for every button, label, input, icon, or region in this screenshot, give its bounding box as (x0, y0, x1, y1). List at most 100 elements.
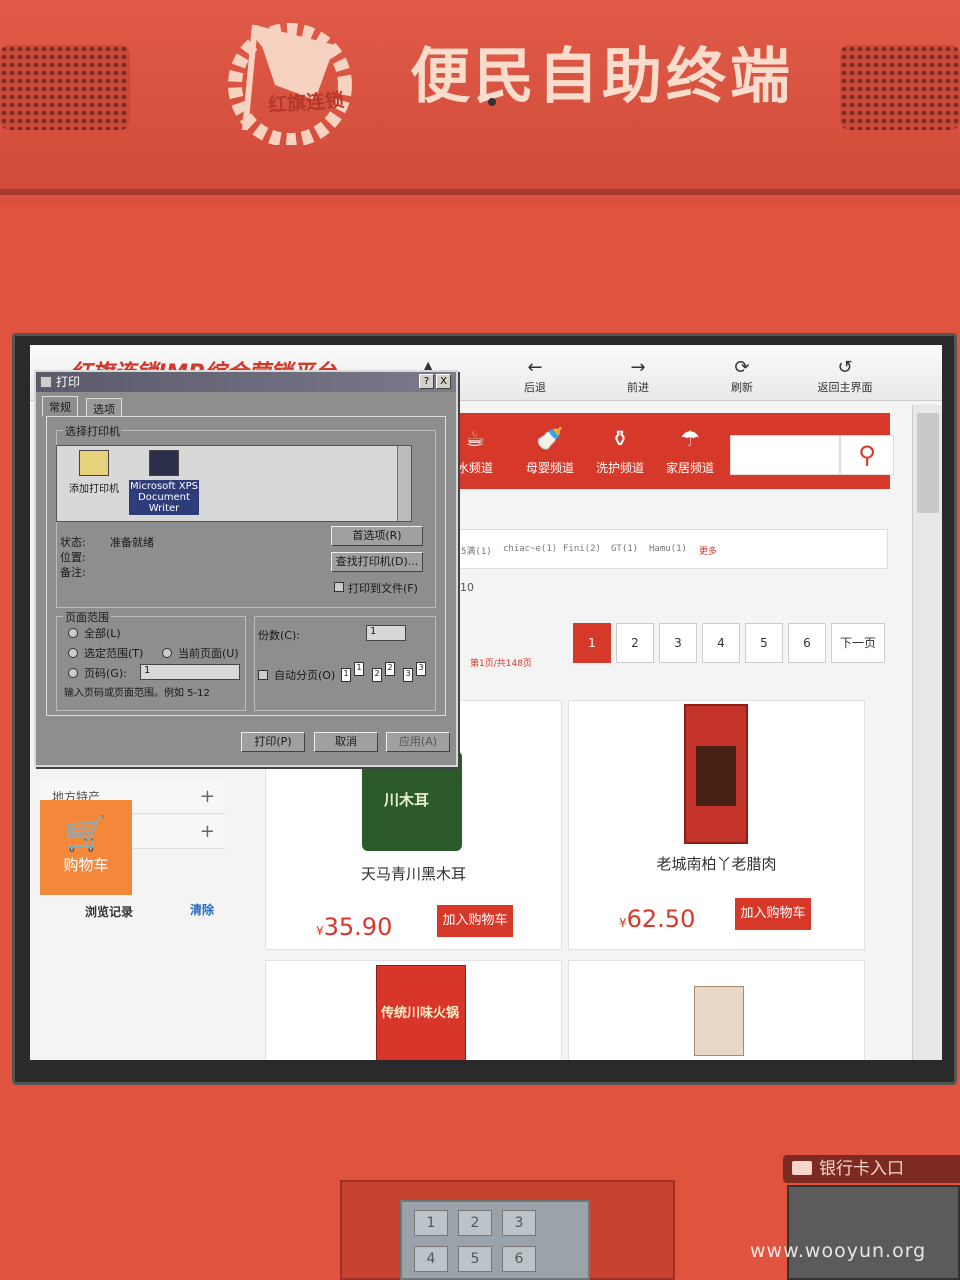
range-all-radio[interactable] (68, 628, 78, 638)
currency-symbol: ¥ (619, 916, 627, 930)
category-label: 母婴频道 (525, 461, 574, 475)
back-label: 后退 (524, 381, 546, 394)
page-button-3[interactable]: 3 (659, 623, 697, 663)
product-image[interactable] (684, 704, 748, 844)
help-button[interactable]: ? (419, 374, 434, 389)
comment-label: 备注: (60, 566, 86, 579)
collate-page-icon: 1 (341, 668, 351, 682)
card-reader[interactable] (787, 1185, 960, 1280)
printer-list-scrollbar[interactable] (397, 446, 411, 521)
logo-text: 红旗连锁 (267, 89, 345, 117)
range-selection-radio[interactable] (68, 648, 78, 658)
range-current-radio[interactable] (162, 648, 172, 658)
product-price: ¥35.90 (316, 913, 392, 941)
pin-key[interactable]: 3 (502, 1210, 536, 1236)
scroll-thumb[interactable] (917, 413, 939, 513)
product-name[interactable]: 老城南柏丫老腊肉 (569, 853, 864, 874)
cart-button[interactable]: 🛒 购物车 (40, 800, 132, 895)
history-label: 浏览记录 (85, 905, 134, 919)
history-clear-link[interactable]: 清除 (190, 901, 214, 918)
forward-button[interactable]: → 前进 (598, 359, 678, 395)
cancel-button[interactable]: 取消 (314, 732, 378, 752)
price-value: 35.90 (323, 913, 393, 941)
brand-filter[interactable]: 5满(1) (461, 544, 492, 557)
find-printer-button[interactable]: 查找打印机(D)... (331, 552, 423, 572)
tab-options[interactable]: 选项 (86, 398, 122, 416)
collate-page-icon: 3 (403, 668, 413, 682)
forward-label: 前进 (627, 381, 649, 394)
back-arrow-icon: ← (527, 357, 543, 378)
brand-filter[interactable]: Fini(2) (563, 544, 601, 554)
collate-page-icon: 2 (385, 662, 395, 676)
category-baby[interactable]: 🍼 母婴频道 (515, 427, 585, 476)
watermark: www.wooyun.org (750, 1240, 927, 1262)
pin-key[interactable]: 4 (414, 1246, 448, 1272)
collate-checkbox[interactable] (258, 670, 268, 680)
page-button-6[interactable]: 6 (788, 623, 826, 663)
umbrella-icon: ☂ (680, 427, 700, 452)
refresh-button[interactable]: ⟳ 刷新 (702, 359, 782, 395)
brand-filter[interactable]: chiac~e(1) (503, 544, 557, 554)
product-name[interactable]: 天马青川黑木耳 (266, 863, 561, 884)
pin-key[interactable]: 2 (458, 1210, 492, 1236)
tab-general[interactable]: 常规 (42, 396, 78, 416)
page-button-5[interactable]: 5 (745, 623, 783, 663)
close-button[interactable]: X (436, 374, 451, 389)
home-return-label: 返回主界面 (817, 381, 873, 394)
collate-page-icon: 3 (416, 662, 426, 676)
camera-dot (488, 98, 496, 106)
copies-input[interactable]: 1 (366, 625, 406, 641)
apply-button[interactable]: 应用(A) (386, 732, 450, 752)
meat-pack-window (696, 746, 736, 806)
product-card[interactable]: 老城南柏丫老腊肉 ¥62.50 加入购物车 (568, 700, 865, 950)
dialog-titlebar[interactable]: 打印 ? X (36, 372, 456, 392)
status-label: 状态: (60, 536, 86, 549)
range-selection-label: 选定范围(T) (84, 647, 144, 660)
print-to-file-checkbox[interactable] (334, 582, 344, 592)
back-button[interactable]: ← 后退 (495, 359, 575, 395)
plus-icon[interactable]: + (200, 786, 215, 807)
product-image-label: 传统川味火锅 (381, 1006, 460, 1021)
price-value: 62.50 (626, 905, 696, 933)
page-button-1[interactable]: 1 (573, 623, 611, 663)
home-return-button[interactable]: ↺ 返回主界面 (805, 359, 885, 395)
brand-more-link[interactable]: 更多 (699, 544, 717, 557)
pinpad[interactable]: 1 2 3 4 5 6 (400, 1200, 590, 1280)
brand-filter[interactable]: GT(1) (611, 544, 638, 554)
product-card[interactable] (568, 960, 865, 1060)
add-printer-item[interactable]: 添加打印机 (59, 450, 129, 495)
pin-key[interactable]: 5 (458, 1246, 492, 1272)
page-scrollbar[interactable] (912, 405, 942, 1060)
next-page-button[interactable]: 下一页 (831, 623, 885, 663)
page-button-2[interactable]: 2 (616, 623, 654, 663)
page-button-4[interactable]: 4 (702, 623, 740, 663)
pin-key[interactable]: 6 (502, 1246, 536, 1272)
kiosk-header: 红旗连锁 便民自助终端 (0, 0, 960, 195)
forward-arrow-icon: → (630, 357, 646, 378)
range-pages-radio[interactable] (68, 668, 78, 678)
brand-filter[interactable]: Hamu(1) (649, 544, 687, 554)
plus-icon[interactable]: + (200, 821, 215, 842)
product-image[interactable] (694, 986, 744, 1056)
left-speaker-grille (0, 45, 130, 130)
printer-label: Microsoft XPS Document Writer (129, 480, 199, 515)
search-icon[interactable]: ⚲ (840, 435, 894, 475)
search-input[interactable] (730, 435, 840, 475)
category-label: 家居频道 (665, 461, 714, 475)
category-home[interactable]: ☂ 家居频道 (655, 427, 725, 476)
add-to-cart-button[interactable]: 加入购物车 (437, 905, 513, 937)
group-title: 页面范围 (63, 609, 111, 625)
category-care[interactable]: ⚱ 洗护频道 (585, 427, 655, 476)
pin-key[interactable]: 1 (414, 1210, 448, 1236)
printer-label: 添加打印机 (69, 484, 119, 495)
printer-list[interactable]: 添加打印机 Microsoft XPS Document Writer (56, 445, 412, 522)
xps-printer-item[interactable]: Microsoft XPS Document Writer (129, 450, 199, 515)
collate-page-icon: 1 (354, 662, 364, 676)
add-to-cart-button[interactable]: 加入购物车 (735, 898, 811, 930)
product-image[interactable]: 传统川味火锅 (376, 965, 466, 1060)
print-button[interactable]: 打印(P) (241, 732, 305, 752)
product-card[interactable]: 传统川味火锅 (265, 960, 562, 1060)
preferences-button[interactable]: 首选项(R) (331, 526, 423, 546)
cosmetics-icon: ⚱ (610, 427, 630, 452)
page-range-input[interactable]: 1 (140, 664, 240, 680)
